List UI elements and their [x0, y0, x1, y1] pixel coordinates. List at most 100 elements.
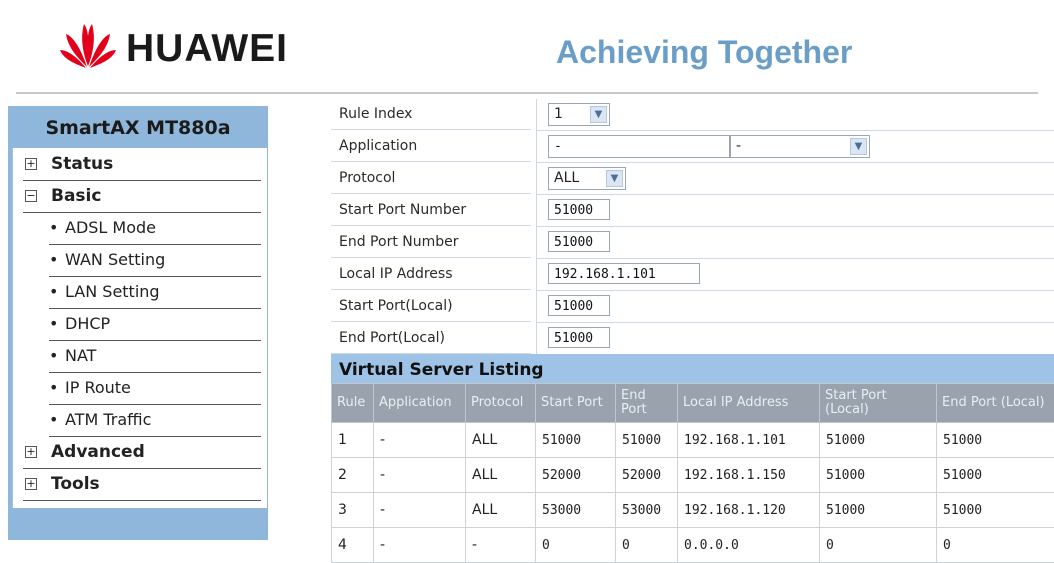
huawei-logo [58, 14, 118, 72]
rule-index-select[interactable]: 1 ▼ [548, 103, 610, 126]
table-cell: 4 [332, 528, 374, 563]
bullet-icon: • [49, 342, 58, 370]
sidebar-item-label: Advanced [51, 438, 145, 466]
sidebar-item-ip-route[interactable]: •IP Route [49, 374, 261, 405]
table-row[interactable]: 2-ALL5200052000192.168.1.1505100051000 [332, 458, 1054, 493]
sidebar-item-status[interactable]: + Status [23, 150, 261, 181]
sidebar-item-label: LAN Setting [65, 278, 160, 306]
table-header-row: RuleApplicationProtocolStart PortEnd Por… [332, 384, 1054, 423]
table-cell: 53000 [616, 493, 678, 528]
expand-icon[interactable]: + [25, 158, 37, 170]
table-cell: 0 [616, 528, 678, 563]
column-header: Start Port (Local) [820, 384, 937, 423]
start-port-input[interactable]: 51000 [548, 199, 610, 220]
table-cell: 51000 [937, 423, 1054, 458]
table-cell: 51000 [937, 493, 1054, 528]
table-cell: 51000 [937, 458, 1054, 493]
table-cell: 51000 [616, 423, 678, 458]
table-cell: - [374, 528, 466, 563]
sidebar-item-basic[interactable]: − Basic [23, 182, 261, 213]
brand-name: HUAWEI [126, 27, 288, 71]
table-cell: 0 [820, 528, 937, 563]
application-select[interactable]: - ▼ [730, 135, 870, 158]
collapse-icon[interactable]: − [25, 190, 37, 202]
column-header: Start Port [536, 384, 616, 423]
expand-icon[interactable]: + [25, 446, 37, 458]
table-row[interactable]: 1-ALL5100051000192.168.1.1015100051000 [332, 423, 1054, 458]
sidebar-item-label: Tools [51, 470, 100, 498]
column-header: Protocol [466, 384, 536, 423]
table-body: 1-ALL5100051000192.168.1.10151000510002-… [332, 423, 1054, 563]
form-row-rule-index: Rule Index 1 ▼ [331, 99, 1054, 130]
form-row-start-port-local: Start Port(Local) 51000 [331, 291, 1054, 322]
sidebar-menu: +Status−Basic•ADSL Mode•WAN Setting•LAN … [12, 148, 267, 508]
end-port-label: End Port Number [331, 227, 531, 258]
sidebar-item-label: IP Route [65, 374, 131, 402]
local-ip-input[interactable]: 192.168.1.101 [548, 263, 700, 284]
table-row[interactable]: 4--000.0.0.000 [332, 528, 1054, 563]
table-cell: 53000 [536, 493, 616, 528]
form-row-end-port: End Port Number 51000 [331, 227, 1054, 258]
table-cell: 52000 [616, 458, 678, 493]
sidebar-item-label: NAT [65, 342, 96, 370]
expand-icon[interactable]: + [25, 478, 37, 490]
protocol-label: Protocol [331, 163, 531, 194]
end-port-local-input[interactable]: 51000 [548, 327, 610, 348]
table-cell: 51000 [820, 423, 937, 458]
table-cell: - [466, 528, 536, 563]
sidebar-item-label: ATM Traffic [65, 406, 151, 434]
bullet-icon: • [49, 278, 58, 306]
virtual-server-form: Rule Index 1 ▼ Application - - ▼ Protoco… [331, 99, 1054, 354]
device-model: SmartAX MT880a [8, 106, 268, 148]
header: HUAWEI Achieving Together [0, 0, 1054, 95]
rule-index-value: 1 [554, 106, 563, 122]
bullet-icon: • [49, 214, 58, 242]
sidebar-item-label: WAN Setting [65, 246, 165, 274]
column-header: Application [374, 384, 466, 423]
application-input[interactable]: - [548, 135, 730, 158]
start-port-local-input[interactable]: 51000 [548, 295, 610, 316]
sidebar-item-label: Status [51, 150, 113, 178]
end-port-local-label: End Port(Local) [331, 323, 531, 354]
table-cell: 51000 [820, 458, 937, 493]
protocol-value: ALL [554, 170, 579, 186]
application-label: Application [331, 131, 531, 162]
bullet-icon: • [49, 246, 58, 274]
protocol-select[interactable]: ALL ▼ [548, 167, 626, 190]
table-cell: 51000 [820, 493, 937, 528]
table-cell: 192.168.1.120 [678, 493, 820, 528]
form-row-local-ip: Local IP Address 192.168.1.101 [331, 259, 1054, 290]
sidebar-item-dhcp[interactable]: •DHCP [49, 310, 261, 341]
table-cell: 0 [937, 528, 1054, 563]
column-header: End Port [616, 384, 678, 423]
table-row[interactable]: 3-ALL5300053000192.168.1.1205100051000 [332, 493, 1054, 528]
sidebar-item-wan-setting[interactable]: •WAN Setting [49, 246, 261, 277]
sidebar-item-label: Basic [51, 182, 101, 210]
table-cell: 3 [332, 493, 374, 528]
form-row-application: Application - - ▼ [331, 131, 1054, 162]
listing-title: Virtual Server Listing [331, 354, 1054, 383]
slogan: Achieving Together [556, 34, 852, 71]
sidebar-item-nat[interactable]: •NAT [49, 342, 261, 373]
chevron-down-icon: ▼ [606, 170, 623, 187]
table-cell: ALL [466, 458, 536, 493]
column-header: Rule [332, 384, 374, 423]
table-cell: - [374, 458, 466, 493]
sidebar-item-advanced[interactable]: + Advanced [23, 438, 261, 469]
end-port-input[interactable]: 51000 [548, 231, 610, 252]
chevron-down-icon: ▼ [590, 106, 607, 123]
sidebar-item-atm-traffic[interactable]: •ATM Traffic [49, 406, 261, 437]
column-header: Local IP Address [678, 384, 820, 423]
header-divider [16, 92, 1038, 94]
sidebar-item-adsl-mode[interactable]: •ADSL Mode [49, 214, 261, 245]
table-cell: 192.168.1.101 [678, 423, 820, 458]
bullet-icon: • [49, 374, 58, 402]
table-cell: 0 [536, 528, 616, 563]
bullet-icon: • [49, 406, 58, 434]
table-cell: 192.168.1.150 [678, 458, 820, 493]
sidebar-item-tools[interactable]: + Tools [23, 470, 261, 501]
start-port-label: Start Port Number [331, 195, 531, 226]
sidebar: SmartAX MT880a +Status−Basic•ADSL Mode•W… [8, 106, 268, 540]
sidebar-item-lan-setting[interactable]: •LAN Setting [49, 278, 261, 309]
sidebar-item-label: DHCP [65, 310, 110, 338]
